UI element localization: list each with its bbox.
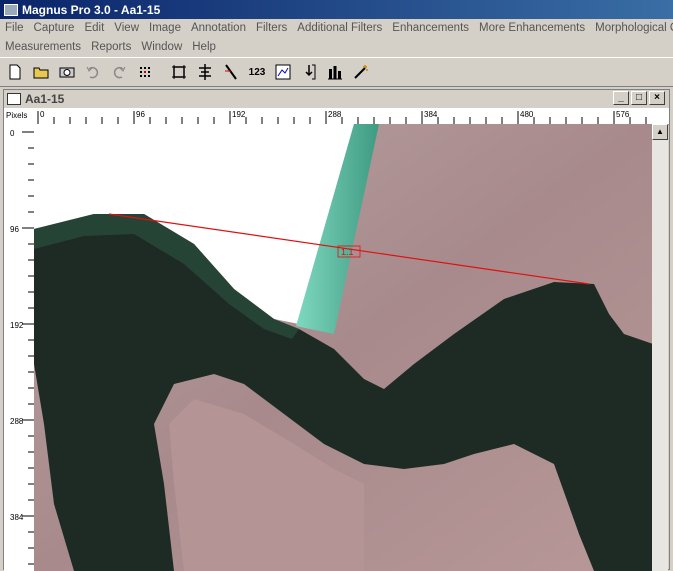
menu-capture[interactable]: Capture [29,19,80,38]
v-ruler-label: 288 [10,417,24,426]
measure-icon[interactable] [220,61,242,83]
v-ruler-label: 384 [10,513,24,522]
menu-enhancements[interactable]: Enhancements [387,19,474,38]
h-ruler-label: 192 [232,110,246,119]
calibrate-icon[interactable] [194,61,216,83]
menu-row-2: Measurements Reports Window Help [0,38,221,57]
h-ruler-label: 384 [424,110,438,119]
bar-chart-icon[interactable] [324,61,346,83]
v-ruler-label: 96 [10,225,19,234]
open-folder-icon[interactable] [30,61,52,83]
menu-help[interactable]: Help [187,38,221,57]
export-icon[interactable] [298,61,320,83]
scroll-up-arrow-icon[interactable]: ▲ [652,124,668,140]
grid-icon[interactable] [134,61,156,83]
app-title: Magnus Pro 3.0 - Aa1-15 [22,2,161,17]
tissue-micrograph: 1.1 [34,124,653,571]
vertical-scrollbar[interactable]: ▲ [652,124,668,571]
h-ruler-label: 480 [520,110,534,119]
new-file-icon[interactable] [4,61,26,83]
menu-edit[interactable]: Edit [79,19,109,38]
minimize-button[interactable]: _ [613,91,629,105]
count-icon[interactable]: 123 [246,61,268,83]
menu-measurements[interactable]: Measurements [0,38,86,57]
toolbar: 123 [0,57,673,87]
menu-reports[interactable]: Reports [86,38,136,57]
camera-icon[interactable] [56,61,78,83]
menu-view[interactable]: View [109,19,144,38]
redo-icon[interactable] [108,61,130,83]
menu-additional-filters[interactable]: Additional Filters [292,19,387,38]
menu-annotation[interactable]: Annotation [186,19,251,38]
crop-icon[interactable] [168,61,190,83]
h-ruler-label: 96 [136,110,145,119]
menu-window[interactable]: Window [136,38,187,57]
app-icon [4,3,18,16]
menu-row-1: File Capture Edit View Image Annotation Filter… [0,19,673,38]
menu-more-enhancements[interactable]: More Enhancements [474,19,590,38]
document-title: Aa1-15 [25,92,65,106]
histogram-icon[interactable] [272,61,294,83]
menu-bar: File Capture Edit View Image Annotation Filter… [0,19,673,57]
undo-icon[interactable] [82,61,104,83]
vertical-ruler: 0 96 192 288 384 [4,124,35,571]
document-icon [7,93,21,105]
menu-morphological-o[interactable]: Morphological O [590,19,673,38]
horizontal-ruler: 0 96 192 288 384 480 576 [34,108,669,125]
ruler-unit-label: Pixels [4,108,34,124]
measurement-label: 1.1 [341,247,354,257]
wand-icon[interactable] [350,61,372,83]
image-document-window: Aa1-15 _ □ × Pixels 0 96 192 288 384 480 576 0… [3,89,670,571]
count-label: 123 [248,66,266,78]
horizontal-ruler-ticks: 0 96 192 288 384 480 576 [37,110,647,124]
maximize-button[interactable]: □ [631,91,647,105]
menu-image[interactable]: Image [144,19,186,38]
close-button[interactable]: × [649,91,665,105]
h-ruler-label: 0 [40,110,45,119]
menu-file[interactable]: File [0,19,29,38]
document-title-bar: Aa1-15 _ □ × [4,90,669,109]
app-title-bar: Magnus Pro 3.0 - Aa1-15 [0,0,673,19]
v-ruler-label: 0 [10,129,15,138]
micrograph-image[interactable]: 1.1 [34,124,653,571]
menu-filters[interactable]: Filters [251,19,292,38]
vertical-ruler-ticks: 0 96 192 288 384 [10,129,34,565]
v-ruler-label: 192 [10,321,24,330]
h-ruler-label: 576 [616,110,630,119]
h-ruler-label: 288 [328,110,342,119]
